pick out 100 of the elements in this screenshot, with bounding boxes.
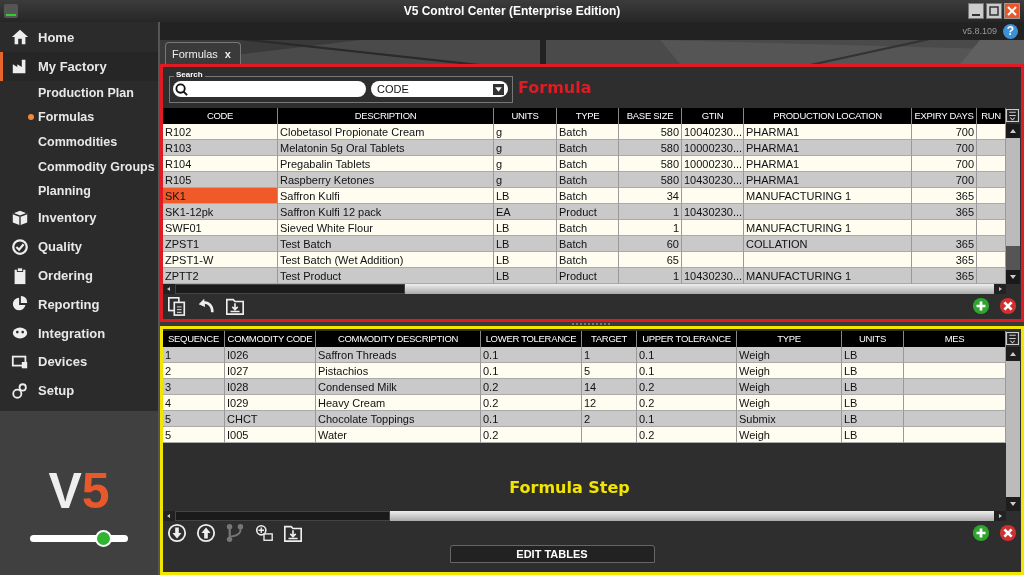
sidebar-item[interactable]: Home xyxy=(0,23,158,52)
column-header[interactable]: TYPE xyxy=(737,331,842,347)
search-legend: Search xyxy=(174,69,205,79)
copy-icon[interactable] xyxy=(167,296,187,316)
branch-icon[interactable] xyxy=(225,523,245,543)
table-cell: 580 xyxy=(619,140,682,156)
scrollbar-thumb[interactable] xyxy=(1006,361,1020,497)
sidebar-item[interactable]: Devices xyxy=(0,347,158,377)
delete-icon[interactable] xyxy=(999,297,1017,315)
scrollbar-thumb[interactable] xyxy=(1006,246,1020,270)
logo: V5 xyxy=(48,466,110,516)
column-header[interactable]: TARGET xyxy=(582,331,637,347)
column-header[interactable]: TYPE xyxy=(557,108,619,124)
table-cell: 10430230... xyxy=(682,268,744,284)
column-header[interactable]: SEQUENCE xyxy=(163,331,225,347)
tab[interactable]: Formulas x xyxy=(165,42,241,64)
zoom-plus-icon[interactable] xyxy=(254,523,274,543)
table-cell: R102 xyxy=(163,124,278,140)
table-cell: Batch xyxy=(557,124,619,140)
sidebar-subitem[interactable]: Commodities xyxy=(0,129,158,155)
down-arrow-circle-icon[interactable] xyxy=(167,523,187,543)
home-icon xyxy=(11,28,29,47)
window-title: V5 Control Center (Enterprise Edition) xyxy=(403,4,621,18)
folder-download-icon[interactable] xyxy=(283,523,303,543)
table-cell: Test Batch xyxy=(278,236,494,252)
search-column-dropdown[interactable]: CODE xyxy=(371,81,508,97)
table-cell: 0.2 xyxy=(481,395,582,411)
table-cell: 0.2 xyxy=(637,395,737,411)
table-cell: 700 xyxy=(912,172,977,188)
vertical-scrollbar[interactable] xyxy=(1006,347,1020,511)
column-header[interactable]: COMMODITY CODE xyxy=(225,331,316,347)
folder-download-icon[interactable] xyxy=(225,296,245,316)
column-header[interactable]: BASE SIZE xyxy=(619,108,682,124)
scrollbar-thumb[interactable] xyxy=(175,511,390,521)
table-cell: Weigh xyxy=(737,363,842,379)
table-cell: SK1 xyxy=(163,188,278,204)
horizontal-scrollbar[interactable] xyxy=(163,511,1006,521)
column-header[interactable]: UNITS xyxy=(494,108,557,124)
edit-tables-button[interactable]: EDIT TABLES xyxy=(449,545,655,563)
sidebar-item[interactable]: Integration xyxy=(0,318,158,348)
minimize-icon[interactable] xyxy=(968,3,984,19)
add-icon[interactable] xyxy=(972,297,990,315)
scroll-left-icon[interactable] xyxy=(163,284,175,294)
column-header[interactable]: PRODUCTION LOCATION xyxy=(744,108,912,124)
close-icon[interactable] xyxy=(1004,3,1020,19)
table-cell: Batch xyxy=(557,140,619,156)
column-header[interactable]: LOWER TOLERANCE xyxy=(481,331,582,347)
sidebar-item[interactable]: Quality xyxy=(0,232,158,262)
column-header[interactable]: RUN xyxy=(977,108,1006,124)
sidebar-subitem[interactable]: Commodity Groups xyxy=(0,154,158,179)
column-header[interactable]: CODE xyxy=(163,108,278,124)
table-cell: 5 xyxy=(163,427,225,443)
column-header[interactable]: UPPER TOLERANCE xyxy=(637,331,737,347)
table-cell xyxy=(977,252,1006,268)
column-header[interactable]: DESCRIPTION xyxy=(278,108,494,124)
table-cell: 0.1 xyxy=(481,347,582,363)
table-cell: 14 xyxy=(582,379,637,395)
scrollbar-thumb[interactable] xyxy=(175,284,405,294)
table-cell xyxy=(682,220,744,236)
search-field[interactable] xyxy=(173,81,366,97)
scroll-left-icon[interactable] xyxy=(163,511,175,521)
add-icon[interactable] xyxy=(972,524,990,542)
sidebar-item[interactable]: Inventory xyxy=(0,203,158,233)
table-cell: 3 xyxy=(163,379,225,395)
table-cell: 580 xyxy=(619,156,682,172)
table-cell xyxy=(977,124,1006,140)
column-header[interactable]: MES xyxy=(904,331,1006,347)
column-options-icon[interactable] xyxy=(1006,332,1019,345)
delete-icon[interactable] xyxy=(999,524,1017,542)
table-cell: 0.2 xyxy=(481,427,582,443)
scroll-right-icon[interactable] xyxy=(994,284,1006,294)
splitter-grip-icon[interactable] xyxy=(572,322,612,326)
table-cell: Sieved White Flour xyxy=(278,220,494,236)
sidebar-item[interactable]: Ordering xyxy=(0,261,158,290)
horizontal-scrollbar[interactable] xyxy=(163,284,1006,294)
column-header[interactable]: COMMODITY DESCRIPTION xyxy=(316,331,481,347)
table-cell: Weigh xyxy=(737,379,842,395)
sidebar-subitem[interactable]: Planning xyxy=(0,178,158,204)
table-cell: 10040230... xyxy=(682,124,744,140)
column-header[interactable]: GTIN xyxy=(682,108,744,124)
table-cell: ZPST1-W xyxy=(163,252,278,268)
sidebar-subitem[interactable]: Formulas xyxy=(0,105,158,130)
column-options-icon[interactable] xyxy=(1006,109,1019,122)
column-header[interactable]: UNITS xyxy=(842,331,904,347)
column-header[interactable]: EXPIRY DAYS xyxy=(912,108,977,124)
vertical-scrollbar[interactable] xyxy=(1006,124,1020,284)
table-cell: LB xyxy=(842,395,904,411)
up-arrow-circle-icon[interactable] xyxy=(196,523,216,543)
table-cell xyxy=(977,156,1006,172)
maximize-icon[interactable] xyxy=(986,3,1002,19)
scroll-right-icon[interactable] xyxy=(994,511,1006,521)
sidebar-item[interactable]: My Factory xyxy=(0,51,158,81)
check-circle-icon xyxy=(11,237,29,256)
panel-label: Formula xyxy=(518,78,592,97)
sidebar-item[interactable]: Reporting xyxy=(0,289,158,319)
sidebar-item[interactable]: Setup xyxy=(0,376,158,406)
sidebar-subitem[interactable]: Production Plan xyxy=(0,80,158,106)
table-cell: Product xyxy=(557,268,619,284)
tab-close-button[interactable]: x xyxy=(224,47,231,60)
table-cell: Batch xyxy=(557,188,619,204)
